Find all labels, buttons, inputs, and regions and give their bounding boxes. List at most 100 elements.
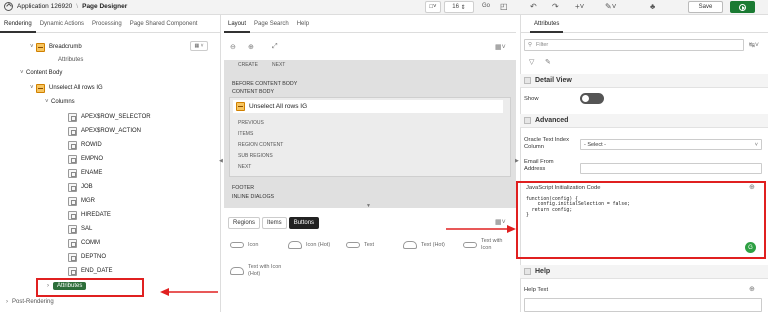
email-from-label: Email From Address (524, 159, 554, 172)
oracle-text-index-select[interactable]: - Select - ˅ (580, 139, 762, 150)
template-label: Text (Hot) (421, 242, 445, 248)
page-number-field[interactable]: 16 ⇕ (444, 1, 474, 13)
filter-placeholder: Filter (536, 42, 549, 48)
tree-content-body[interactable]: ˅ Content Body (20, 67, 62, 79)
column-icon (68, 210, 77, 220)
tab-help[interactable]: Help (293, 15, 313, 33)
show-toggle[interactable] (580, 93, 604, 104)
column-label: APEX$ROW_SELECTOR (81, 114, 151, 120)
shared-components-icon[interactable]: ♣ (650, 2, 655, 11)
tree-column[interactable]: END_DATE (68, 265, 113, 277)
select-value: - Select - (584, 141, 607, 148)
column-label: EMPNO (81, 156, 104, 162)
button-template-text-hot[interactable]: Text (Hot) (403, 241, 445, 249)
tab-layout[interactable]: Layout (224, 15, 251, 33)
pencil-icon[interactable]: ✎ (545, 58, 551, 66)
column-icon (68, 224, 77, 234)
section-title: Detail View (535, 77, 572, 84)
tree-column[interactable]: EMPNO (68, 153, 103, 165)
tree-column[interactable]: MGR (68, 195, 95, 207)
tree-column[interactable]: DEPTNO (68, 251, 106, 263)
collapse-right-icon[interactable]: ▶ (515, 158, 519, 164)
help-text-input[interactable] (524, 298, 762, 312)
utilities-icon[interactable]: ✎˅ (605, 2, 616, 11)
tab-page-search[interactable]: Page Search (250, 15, 293, 33)
region-title[interactable]: Unselect All rows IG (233, 100, 503, 113)
tab-dynamic-actions[interactable]: Dynamic Actions (36, 15, 88, 33)
column-label: COMM (81, 240, 100, 246)
tree-label: Breadcrumb (49, 44, 82, 50)
zoom-in-icon[interactable]: ⊕ (248, 43, 254, 51)
tree-breadcrumb-attributes[interactable]: Attributes (58, 54, 83, 66)
column-label: JOB (81, 184, 93, 190)
property-options-icon[interactable]: ↹˅ (749, 41, 759, 49)
column-icon (68, 168, 77, 178)
tree-menu-button[interactable]: ▦ ˅ (190, 41, 208, 51)
tab-attributes[interactable]: Attributes (530, 15, 564, 33)
template-label: Text with Icon (481, 238, 503, 251)
collapse-box-icon (524, 77, 531, 84)
help-text-expand-icon[interactable]: ⊕ (749, 285, 755, 293)
tab-items[interactable]: Items (262, 217, 287, 229)
save-button[interactable]: Save (688, 1, 723, 13)
column-label: SAL (81, 226, 93, 232)
tree-post-rendering[interactable]: › Post-Rendering (6, 296, 54, 308)
tree-column[interactable]: ENAME (68, 167, 102, 179)
filter-input[interactable]: ⚲ Filter (524, 39, 744, 51)
region-title-label: Unselect All rows IG (249, 103, 308, 110)
expand-icon[interactable]: ⤢ (272, 43, 278, 51)
region-slot-previous: PREVIOUS (238, 120, 264, 126)
splitter-handle-icon[interactable]: ▼ (366, 203, 371, 209)
create-icon[interactable]: +˅ (575, 2, 584, 11)
tree-label: Post-Rendering (12, 299, 54, 305)
column-label: ROWID (81, 142, 102, 148)
button-template-icon-hot[interactable]: Icon (Hot) (288, 241, 330, 249)
column-icon (68, 238, 77, 248)
button-template-text-with-icon-hot[interactable]: Text with Icon (Hot) (230, 264, 286, 278)
button-template-icon[interactable]: Icon (230, 242, 258, 248)
tab-processing[interactable]: Processing (88, 15, 126, 33)
app-title[interactable]: Application 126920 (17, 3, 72, 10)
zoom-out-icon[interactable]: ⊖ (230, 43, 236, 51)
button-template-text-with-icon[interactable]: Text with Icon (463, 238, 509, 252)
tab-buttons[interactable]: Buttons (288, 217, 320, 229)
tree-column[interactable]: COMM (68, 237, 100, 249)
tab-rendering[interactable]: Rendering (0, 15, 36, 33)
tree-region[interactable]: ˅ Unselect All rows IG (30, 82, 103, 94)
email-from-input[interactable] (580, 163, 762, 174)
tab-regions[interactable]: Regions (228, 217, 261, 229)
region-slot-next: NEXT (238, 164, 252, 170)
go-icon[interactable]: Go (482, 3, 490, 9)
funnel-icon[interactable]: ▽ (529, 58, 534, 66)
collapse-left-icon[interactable]: ◀ (219, 158, 223, 164)
lock-icon[interactable]: ◰ (500, 2, 508, 11)
left-tabs: Rendering Dynamic Actions Processing Pag… (0, 15, 221, 33)
tree-breadcrumb[interactable]: ˅ Breadcrumb (30, 41, 82, 53)
tree-column[interactable]: JOB (68, 181, 93, 193)
section-detail-view[interactable]: Detail View (520, 74, 768, 88)
tree-column[interactable]: HIREDATE (68, 209, 111, 221)
tree-column[interactable]: APEX$ROW_ACTION (68, 125, 141, 137)
play-icon (739, 3, 746, 11)
tree-label: Unselect All rows IG (49, 85, 103, 91)
tab-page-shared-components[interactable]: Page Shared Component (126, 15, 202, 33)
tree-columns[interactable]: ˅ Columns (45, 96, 75, 108)
section-advanced[interactable]: Advanced (520, 114, 768, 128)
page-type-button[interactable]: □˅ (425, 1, 441, 13)
back-arrow-icon[interactable] (4, 2, 13, 11)
undo-icon[interactable]: ↶ (530, 2, 537, 11)
run-button[interactable] (730, 1, 755, 13)
collapse-box-icon (524, 117, 531, 124)
slot-footer: FOOTER (232, 185, 255, 191)
layout-menu-icon[interactable]: ▦˅ (495, 43, 506, 51)
tree-column[interactable]: APEX$ROW_SELECTOR (68, 111, 151, 123)
arrow-left-annotation (160, 288, 218, 296)
tree-column[interactable]: SAL (68, 223, 92, 235)
column-label: APEX$ROW_ACTION (81, 128, 142, 134)
region-icon (236, 102, 245, 111)
redo-icon[interactable]: ↷ (552, 2, 559, 11)
template-label: Text with Icon (Hot) (248, 264, 282, 277)
tree-column[interactable]: ROWID (68, 139, 102, 151)
section-help[interactable]: Help (520, 265, 768, 279)
button-template-text[interactable]: Text (346, 242, 374, 248)
